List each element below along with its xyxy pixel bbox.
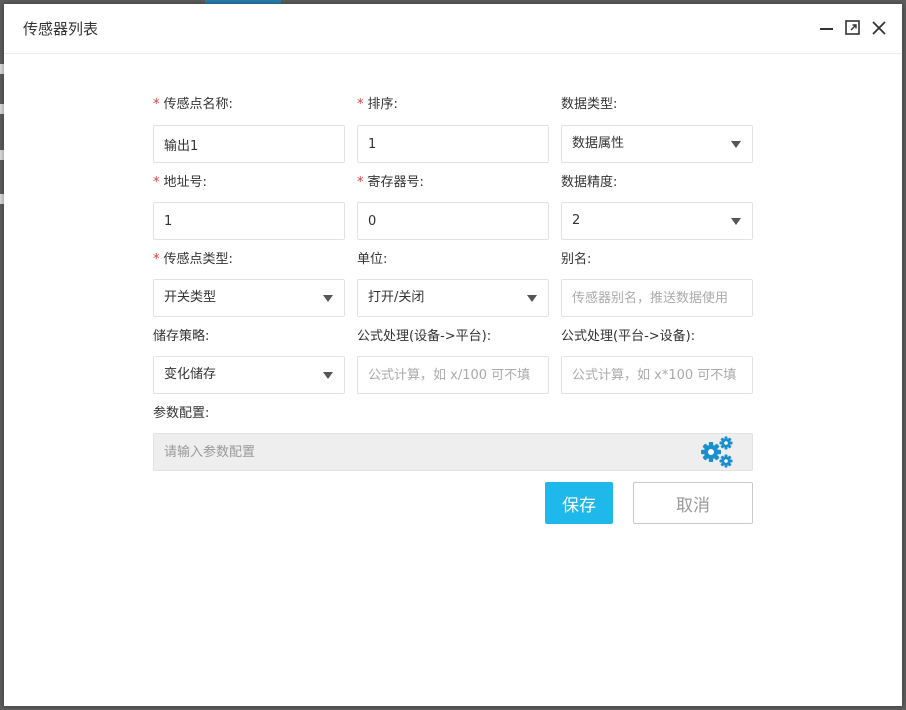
alias-input[interactable] <box>561 279 753 317</box>
caret-down-icon <box>731 218 741 225</box>
caret-down-icon <box>323 372 333 379</box>
sensor-type-select[interactable]: 开关类型 <box>153 279 345 317</box>
storage-label: 储存策略: <box>153 329 210 344</box>
params-label: 参数配置: <box>153 406 210 421</box>
sort-label: * 排序: <box>357 97 398 112</box>
caret-down-icon <box>731 141 741 148</box>
unit-select[interactable]: 打开/关闭 <box>357 279 549 317</box>
register-label: * 寄存器号: <box>357 175 424 190</box>
sort-input[interactable] <box>357 125 549 163</box>
caret-down-icon <box>323 295 333 302</box>
sensor-dialog: 传感器列表 *传感点名称: *排序: 数据类型: 数据属性 *地址号: *寄存器… <box>4 4 902 706</box>
address-input[interactable] <box>153 202 345 240</box>
unit-label: 单位: <box>357 252 388 267</box>
dialog-title: 传感器列表 <box>23 20 99 38</box>
save-button[interactable]: 保存 <box>545 482 613 524</box>
dialog-titlebar[interactable]: 传感器列表 <box>4 4 902 54</box>
minimize-icon[interactable] <box>818 19 836 37</box>
required-mark: * <box>357 175 364 190</box>
gears-icon[interactable] <box>700 435 736 469</box>
precision-select[interactable]: 2 <box>561 202 753 240</box>
sensor-name-input[interactable] <box>153 125 345 163</box>
cancel-button[interactable]: 取消 <box>633 482 753 524</box>
required-mark: * <box>153 175 160 190</box>
formula-up-input[interactable] <box>357 356 549 394</box>
close-icon[interactable] <box>870 19 888 37</box>
caret-down-icon <box>527 295 537 302</box>
params-input[interactable] <box>153 433 753 471</box>
required-mark: * <box>153 97 160 112</box>
formula-down-label: 公式处理(平台->设备): <box>561 329 696 344</box>
sensor-type-label: * 传感点类型: <box>153 252 233 267</box>
required-mark: * <box>153 252 160 267</box>
data-type-select[interactable]: 数据属性 <box>561 125 753 163</box>
maximize-icon[interactable] <box>844 19 862 37</box>
precision-label: 数据精度: <box>561 175 618 190</box>
register-input[interactable] <box>357 202 549 240</box>
storage-select[interactable]: 变化储存 <box>153 356 345 394</box>
alias-label: 别名: <box>561 252 592 267</box>
required-mark: * <box>357 97 364 112</box>
formula-down-input[interactable] <box>561 356 753 394</box>
sensor-name-label: * 传感点名称: <box>153 97 233 112</box>
data-type-label: 数据类型: <box>561 97 618 112</box>
formula-up-label: 公式处理(设备->平台): <box>357 329 492 344</box>
address-label: * 地址号: <box>153 175 207 190</box>
